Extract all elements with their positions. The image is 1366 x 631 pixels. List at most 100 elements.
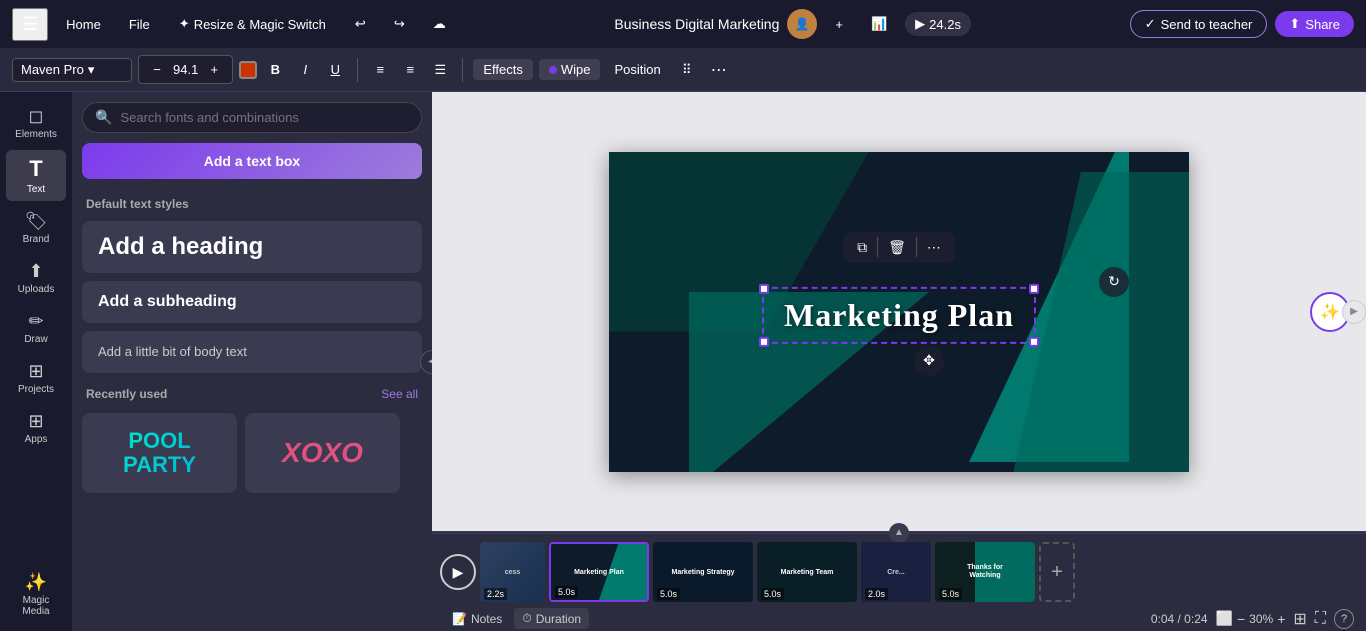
- underline-button[interactable]: U: [323, 59, 347, 80]
- zoom-out-button[interactable]: −: [1237, 611, 1245, 627]
- play-button[interactable]: ▶: [440, 554, 476, 590]
- slide-main-text[interactable]: Marketing Plan: [784, 296, 1014, 332]
- slide-thumb-3[interactable]: Marketing Strategy 5.0s: [653, 542, 753, 602]
- topbar-center: Business Digital Marketing 👤 + 📊 ▶ 24.2s: [464, 9, 1122, 39]
- user-avatar[interactable]: 👤: [787, 9, 817, 39]
- slide-thumb-5[interactable]: Cre... 2.0s: [861, 542, 931, 602]
- sidebar-item-text[interactable]: T Text: [6, 150, 66, 201]
- timeline-top: ▲: [432, 532, 1366, 534]
- slide-thumb-1[interactable]: cess 2.2s: [480, 542, 545, 602]
- italic-button[interactable]: I: [293, 59, 317, 80]
- rotate-handle[interactable]: ↻: [1099, 267, 1129, 297]
- sidebar-item-magic-media[interactable]: ✨ Magic Media: [6, 566, 66, 623]
- move-handle[interactable]: ✥: [914, 346, 944, 376]
- layout-view-button[interactable]: ⊞: [1293, 609, 1306, 629]
- body-style-item[interactable]: Add a little bit of body text: [82, 331, 422, 373]
- canvas-area: ⧉ 🗑 ⋯ Marketing Plan ↻ ✥: [432, 92, 1366, 631]
- brand-icon: 🏷: [25, 211, 48, 232]
- copy-element-button[interactable]: ⧉: [851, 236, 873, 259]
- heading-style-item[interactable]: Add a heading: [82, 221, 422, 273]
- float-sep2: [916, 237, 917, 257]
- magic-icon: ✦: [179, 16, 190, 32]
- more-options-button[interactable]: ⋯: [705, 57, 733, 83]
- canvas-container[interactable]: ⧉ 🗑 ⋯ Marketing Plan ↻ ✥: [432, 92, 1366, 531]
- sidebar-item-projects[interactable]: ⊞ Projects: [6, 355, 66, 401]
- font-selector[interactable]: Maven Pro ▾: [12, 58, 132, 82]
- expand-timeline-button[interactable]: ▲: [889, 523, 909, 543]
- timeline-bottom: 📝 Notes ⏱ Duration 0:04 / 0:24 ⬜ − 30% +: [432, 606, 1366, 631]
- slide-thumb-2[interactable]: Marketing Plan 5.0s: [549, 542, 649, 602]
- sidebar-item-apps[interactable]: ⊞ Apps: [6, 405, 66, 451]
- slide-thumb-4[interactable]: Marketing Team 5.0s: [757, 542, 857, 602]
- home-button[interactable]: Home: [56, 13, 111, 36]
- default-styles-label: Default text styles: [72, 189, 432, 217]
- handle-tr[interactable]: [1029, 283, 1039, 293]
- timeline-left: 📝 Notes ⏱ Duration: [444, 608, 589, 629]
- handle-br[interactable]: [1029, 336, 1039, 346]
- subheading-style-item[interactable]: Add a subheading: [82, 281, 422, 323]
- zoom-level: 30%: [1249, 612, 1273, 626]
- search-input[interactable]: [120, 110, 409, 125]
- zoom-in-button[interactable]: +: [1277, 611, 1285, 627]
- slide-thumb-6[interactable]: Thanks forWatching 5.0s: [935, 542, 1035, 602]
- align-left-button[interactable]: ≡: [368, 59, 392, 80]
- sidebar-item-uploads[interactable]: ⬆ Uploads: [6, 255, 66, 301]
- projects-icon: ⊞: [28, 361, 43, 382]
- grid-pattern-button[interactable]: ⠿: [675, 59, 699, 81]
- menu-icon[interactable]: ☰: [12, 8, 48, 41]
- font-size-plus[interactable]: +: [202, 59, 226, 80]
- bold-button[interactable]: B: [263, 59, 287, 80]
- add-collaborator-button[interactable]: +: [825, 13, 853, 36]
- file-button[interactable]: File: [119, 13, 160, 36]
- handle-tl[interactable]: [759, 283, 769, 293]
- bottom-panel: ▲ ▶ cess 2.2s Marketing Plan 5: [432, 531, 1366, 631]
- element-more-button[interactable]: ⋯: [921, 236, 947, 259]
- undo-button[interactable]: ↩: [345, 12, 376, 36]
- duration-button[interactable]: ⏱ Duration: [514, 608, 589, 629]
- font-preview-xoxo[interactable]: XOXO: [245, 413, 400, 493]
- recently-used-title: Recently used: [86, 387, 167, 401]
- panel-collapse-arrow[interactable]: ◀: [420, 350, 432, 374]
- redo-button[interactable]: ↪: [384, 12, 415, 36]
- effects-button[interactable]: Effects: [473, 59, 533, 80]
- share-button[interactable]: ⬆ Share: [1275, 11, 1354, 37]
- draw-icon: ✏: [28, 311, 43, 332]
- align-center-button[interactable]: ≡: [398, 59, 422, 80]
- help-button[interactable]: ?: [1334, 609, 1354, 629]
- handle-bl[interactable]: [759, 336, 769, 346]
- slide-canvas[interactable]: ⧉ 🗑 ⋯ Marketing Plan ↻ ✥: [609, 152, 1189, 472]
- add-text-box-button[interactable]: Add a text box: [82, 143, 422, 179]
- selected-text-element[interactable]: Marketing Plan: [762, 286, 1036, 343]
- search-box[interactable]: 🔍: [82, 102, 422, 133]
- sidebar-item-brand[interactable]: 🏷 Brand: [6, 205, 66, 251]
- analytics-button[interactable]: 📊: [861, 12, 897, 36]
- xoxo-text: XOXO: [282, 437, 363, 469]
- fit-screen-button[interactable]: ⬜: [1216, 610, 1233, 627]
- fullscreen-button[interactable]: ⛶: [1315, 610, 1326, 628]
- font-color-swatch[interactable]: [239, 61, 257, 79]
- sidebar-item-elements[interactable]: ◻ Elements: [6, 100, 66, 146]
- body-preview-text: Add a little bit of body text: [98, 344, 247, 359]
- slide-time-2: 5.0s: [555, 586, 578, 598]
- add-slide-button[interactable]: +: [1039, 542, 1075, 602]
- position-button[interactable]: Position: [606, 59, 668, 80]
- wipe-button[interactable]: Wipe: [539, 59, 601, 80]
- sidebar-item-draw[interactable]: ✏ Draw: [6, 305, 66, 351]
- wipe-dot-icon: [549, 66, 557, 74]
- delete-element-button[interactable]: 🗑: [882, 236, 912, 259]
- timeline-right: 0:04 / 0:24 ⬜ − 30% + ⊞ ⛶ ?: [1151, 609, 1354, 629]
- resize-magic-button[interactable]: ✦ Resize & Magic Switch: [168, 11, 337, 37]
- font-size-minus[interactable]: −: [145, 59, 169, 80]
- notes-button[interactable]: 📝 Notes: [444, 609, 510, 629]
- slide-time-1: 2.2s: [484, 588, 507, 600]
- font-size-control: − 94.1 +: [138, 55, 233, 84]
- left-sidebar: ◻ Elements T Text 🏷 Brand ⬆ Uploads ✏ Dr…: [0, 92, 72, 631]
- right-panel-collapse[interactable]: ▶: [1342, 300, 1366, 324]
- font-preview-pool-party[interactable]: POOLPARTY: [82, 413, 237, 493]
- see-all-button[interactable]: See all: [381, 387, 418, 401]
- align-right-button[interactable]: ☰: [428, 59, 452, 81]
- apps-icon: ⊞: [28, 411, 43, 432]
- send-to-teacher-button[interactable]: ✓ Send to teacher: [1130, 10, 1268, 38]
- save-cloud-button[interactable]: ☁: [423, 12, 456, 36]
- zoom-controls: ⬜ − 30% +: [1216, 610, 1286, 627]
